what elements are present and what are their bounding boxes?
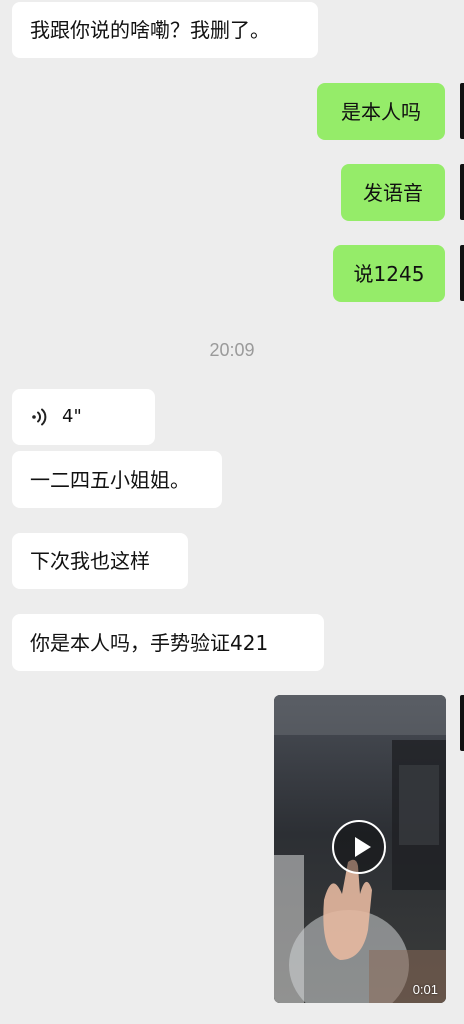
- video-message[interactable]: 0:01: [274, 695, 446, 1003]
- message-text: 说1245: [353, 261, 425, 286]
- voice-message-bubble[interactable]: 4": [12, 389, 155, 445]
- message-bubble-outgoing[interactable]: 发语音: [341, 164, 445, 221]
- message-text: 一二四五小姐姐。: [30, 467, 190, 492]
- self-avatar[interactable]: [460, 695, 464, 751]
- play-icon[interactable]: [332, 820, 386, 874]
- self-avatar[interactable]: [460, 83, 464, 139]
- message-bubble-incoming[interactable]: 我跟你说的啥嘞？我删了。: [12, 2, 318, 58]
- message-bubble-incoming[interactable]: 下次我也这样: [12, 533, 188, 589]
- video-duration: 0:01: [412, 982, 438, 997]
- message-text: 发语音: [363, 180, 423, 205]
- message-bubble-outgoing[interactable]: 是本人吗: [317, 83, 445, 140]
- voice-wave-icon: [32, 408, 47, 426]
- self-avatar[interactable]: [460, 245, 464, 301]
- message-text: 是本人吗: [341, 99, 421, 124]
- message-text: 下次我也这样: [30, 549, 150, 573]
- message-text: 你是本人吗，手势验证421: [30, 630, 269, 655]
- message-text: 我跟你说的啥嘞？我删了。: [30, 18, 270, 42]
- chat-timestamp: 20:09: [209, 340, 255, 360]
- message-bubble-incoming[interactable]: 一二四五小姐姐。: [12, 451, 222, 508]
- message-bubble-incoming[interactable]: 你是本人吗，手势验证421: [12, 614, 324, 671]
- self-avatar[interactable]: [460, 164, 464, 220]
- voice-duration: 4": [62, 406, 82, 427]
- message-bubble-outgoing[interactable]: 说1245: [333, 245, 445, 302]
- chat-window: 我跟你说的啥嘞？我删了。 是本人吗 发语音 说1245 20:09 4" 一二四…: [0, 0, 464, 1024]
